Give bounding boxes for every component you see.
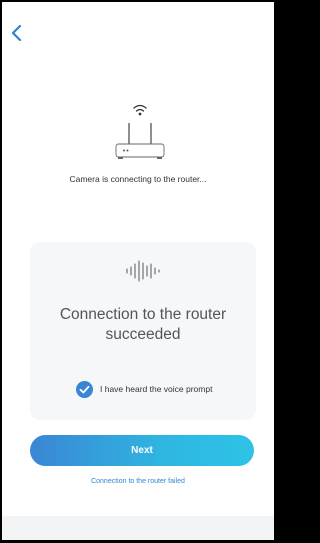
checkbox-label: I have heard the voice prompt xyxy=(100,384,213,394)
router-wifi-icon xyxy=(115,104,165,159)
next-button[interactable]: Next xyxy=(30,435,254,466)
card-title: Connection to the router succeeded xyxy=(59,306,227,343)
sound-wave-icon xyxy=(123,260,163,282)
bottom-bar xyxy=(2,516,274,540)
result-card: Connection to the router succeeded I hav… xyxy=(30,242,256,420)
check-circle-icon[interactable] xyxy=(76,380,93,398)
status-text: Camera is connecting to the router... xyxy=(69,174,207,184)
connection-failed-link[interactable]: Connection to the router failed xyxy=(2,478,274,485)
router-illustration xyxy=(110,99,170,163)
chevron-left-icon xyxy=(11,24,22,42)
back-button[interactable] xyxy=(8,22,28,44)
voice-prompt-checkbox[interactable]: I have heard the voice prompt xyxy=(76,380,212,398)
screen: Camera is connecting to the router... Co… xyxy=(2,2,274,540)
